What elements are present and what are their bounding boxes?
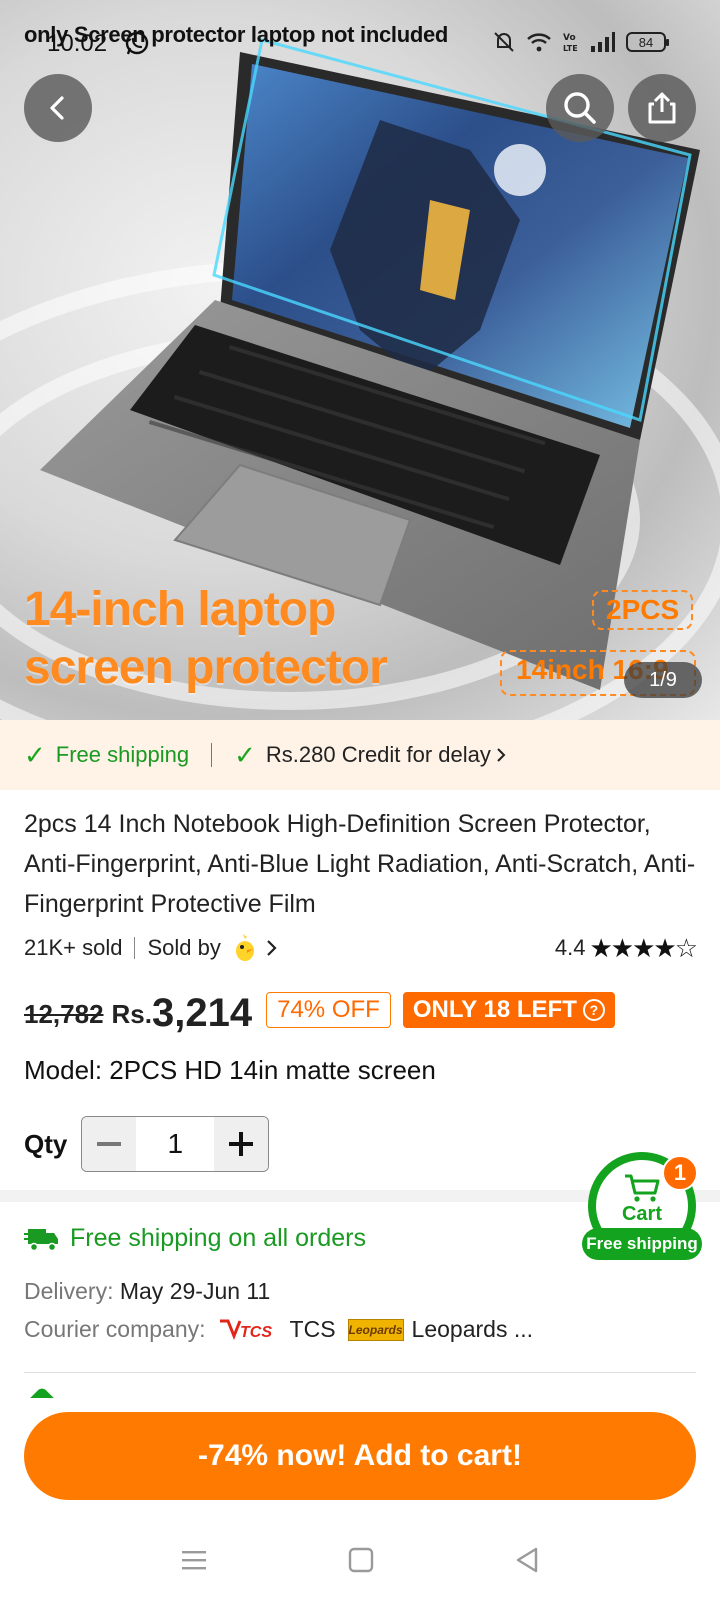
wifi-icon: [527, 33, 551, 52]
mute-icon: [494, 32, 514, 52]
status-time: 10:02: [47, 30, 108, 57]
rating-stars-icon: ★★★★☆: [589, 932, 698, 963]
chevron-left-icon: [50, 96, 64, 120]
divider: [24, 1372, 696, 1373]
delivery-value: May 29-Jun 11: [119, 1278, 271, 1304]
chevron-right-icon: [267, 940, 277, 956]
battery-icon: 84: [626, 32, 669, 52]
add-to-cart-button[interactable]: -74% now! Add to cart!: [24, 1412, 696, 1500]
quantity-input[interactable]: 1: [136, 1117, 214, 1171]
share-icon: [648, 92, 676, 124]
decrease-quantity-button[interactable]: [82, 1117, 137, 1171]
delivery-label: Delivery:: [24, 1278, 114, 1304]
hero-pcs-tag: 2PCS: [592, 590, 694, 630]
minus-icon: [97, 1142, 122, 1146]
quantity-stepper[interactable]: 1: [81, 1116, 270, 1172]
sold-by-label: Sold by: [147, 935, 221, 960]
courier-label: Courier company:: [24, 1316, 206, 1342]
leopards-logo-icon: Leopards: [347, 1318, 404, 1341]
back-nav-icon[interactable]: [514, 1546, 540, 1574]
quantity-label: Qty: [24, 1128, 68, 1159]
delivery-estimate: Delivery: May 29-Jun 11: [24, 1278, 270, 1305]
chevron-right-icon: [497, 748, 506, 762]
search-icon: [564, 92, 596, 124]
cart-label: Cart: [621, 1202, 662, 1225]
quantity-row: Qty 1: [24, 1116, 270, 1172]
svg-text:LTE: LTE: [563, 44, 578, 53]
home-nav-icon[interactable]: [348, 1547, 374, 1573]
search-button[interactable]: [546, 74, 614, 142]
increase-quantity-button[interactable]: [214, 1117, 269, 1171]
sold-by-link[interactable]: Sold by: [147, 933, 278, 963]
check-icon: ✓: [24, 739, 46, 770]
back-button[interactable]: [24, 74, 92, 142]
stock-label: ONLY 18 LEFT: [412, 996, 577, 1023]
current-price: 3,214: [152, 991, 253, 1035]
cart-icon: [625, 1174, 660, 1202]
discount-badge: 74% OFF: [266, 992, 391, 1028]
delay-credit-label: Rs.280 Credit for delay: [265, 742, 491, 767]
shield-icon: [24, 1388, 62, 1398]
rating[interactable]: 4.4 ★★★★☆: [554, 932, 698, 964]
free-shipping-label: Free shipping: [55, 742, 190, 767]
tcs-logo-icon: TCS: [219, 1319, 272, 1341]
next-section-peek: [24, 1388, 696, 1398]
courier-tcs: TCS: [289, 1316, 336, 1342]
courier-company[interactable]: Courier company: TCS TCS Leopards Leopar…: [24, 1316, 533, 1343]
svg-text:Vo: Vo: [563, 33, 576, 43]
original-price: 12,782: [24, 999, 104, 1029]
whatsapp-icon: [125, 31, 149, 55]
status-icons: Vo LTE 84: [492, 30, 669, 54]
volte-icon: VoLTE: [563, 33, 578, 53]
help-icon: ?: [582, 999, 605, 1021]
product-title: 2pcs 14 Inch Notebook High-Definition Sc…: [24, 810, 696, 918]
divider: [211, 743, 213, 767]
system-navigation-bar: [0, 1520, 720, 1600]
rating-value: 4.4: [554, 935, 586, 960]
signal-icon: [591, 32, 615, 52]
cart-count-badge: 1: [662, 1155, 698, 1191]
shipping-benefits-strip[interactable]: ✓ Free shipping ✓ Rs.280 Credit for dela…: [0, 720, 720, 790]
price-currency: Rs.: [111, 999, 152, 1029]
share-button[interactable]: [628, 74, 696, 142]
svg-text:TCS: TCS: [240, 1324, 272, 1341]
hero-title-line1: 14-inch laptop: [24, 583, 336, 636]
free-shipping-heading: Free shipping on all orders: [24, 1224, 366, 1253]
courier-leopards: Leopards ...: [411, 1316, 533, 1342]
free-shipping-heading-label: Free shipping on all orders: [70, 1224, 366, 1252]
product-meta-row: 21K+ sold Sold by 4.4 ★★★★☆: [24, 930, 698, 966]
plus-icon: [229, 1132, 254, 1156]
image-counter: 1/9: [624, 662, 702, 698]
truck-icon: [24, 1228, 58, 1251]
divider: [134, 937, 136, 959]
check-icon: ✓: [234, 739, 256, 770]
hero-title-line2: screen protector: [24, 641, 388, 694]
seller-avatar-icon: [235, 934, 254, 961]
stock-badge[interactable]: ONLY 18 LEFT ?: [402, 992, 615, 1028]
selected-model[interactable]: Model: 2PCS HD 14in matte screen: [24, 1055, 436, 1086]
price-row: 12,782 Rs. 3,214 74% OFF ONLY 18 LEFT ?: [24, 984, 615, 1034]
cart-free-shipping-pill: Free shipping: [582, 1228, 702, 1260]
sold-count: 21K+ sold: [24, 935, 123, 960]
menu-nav-icon[interactable]: [180, 1548, 208, 1572]
